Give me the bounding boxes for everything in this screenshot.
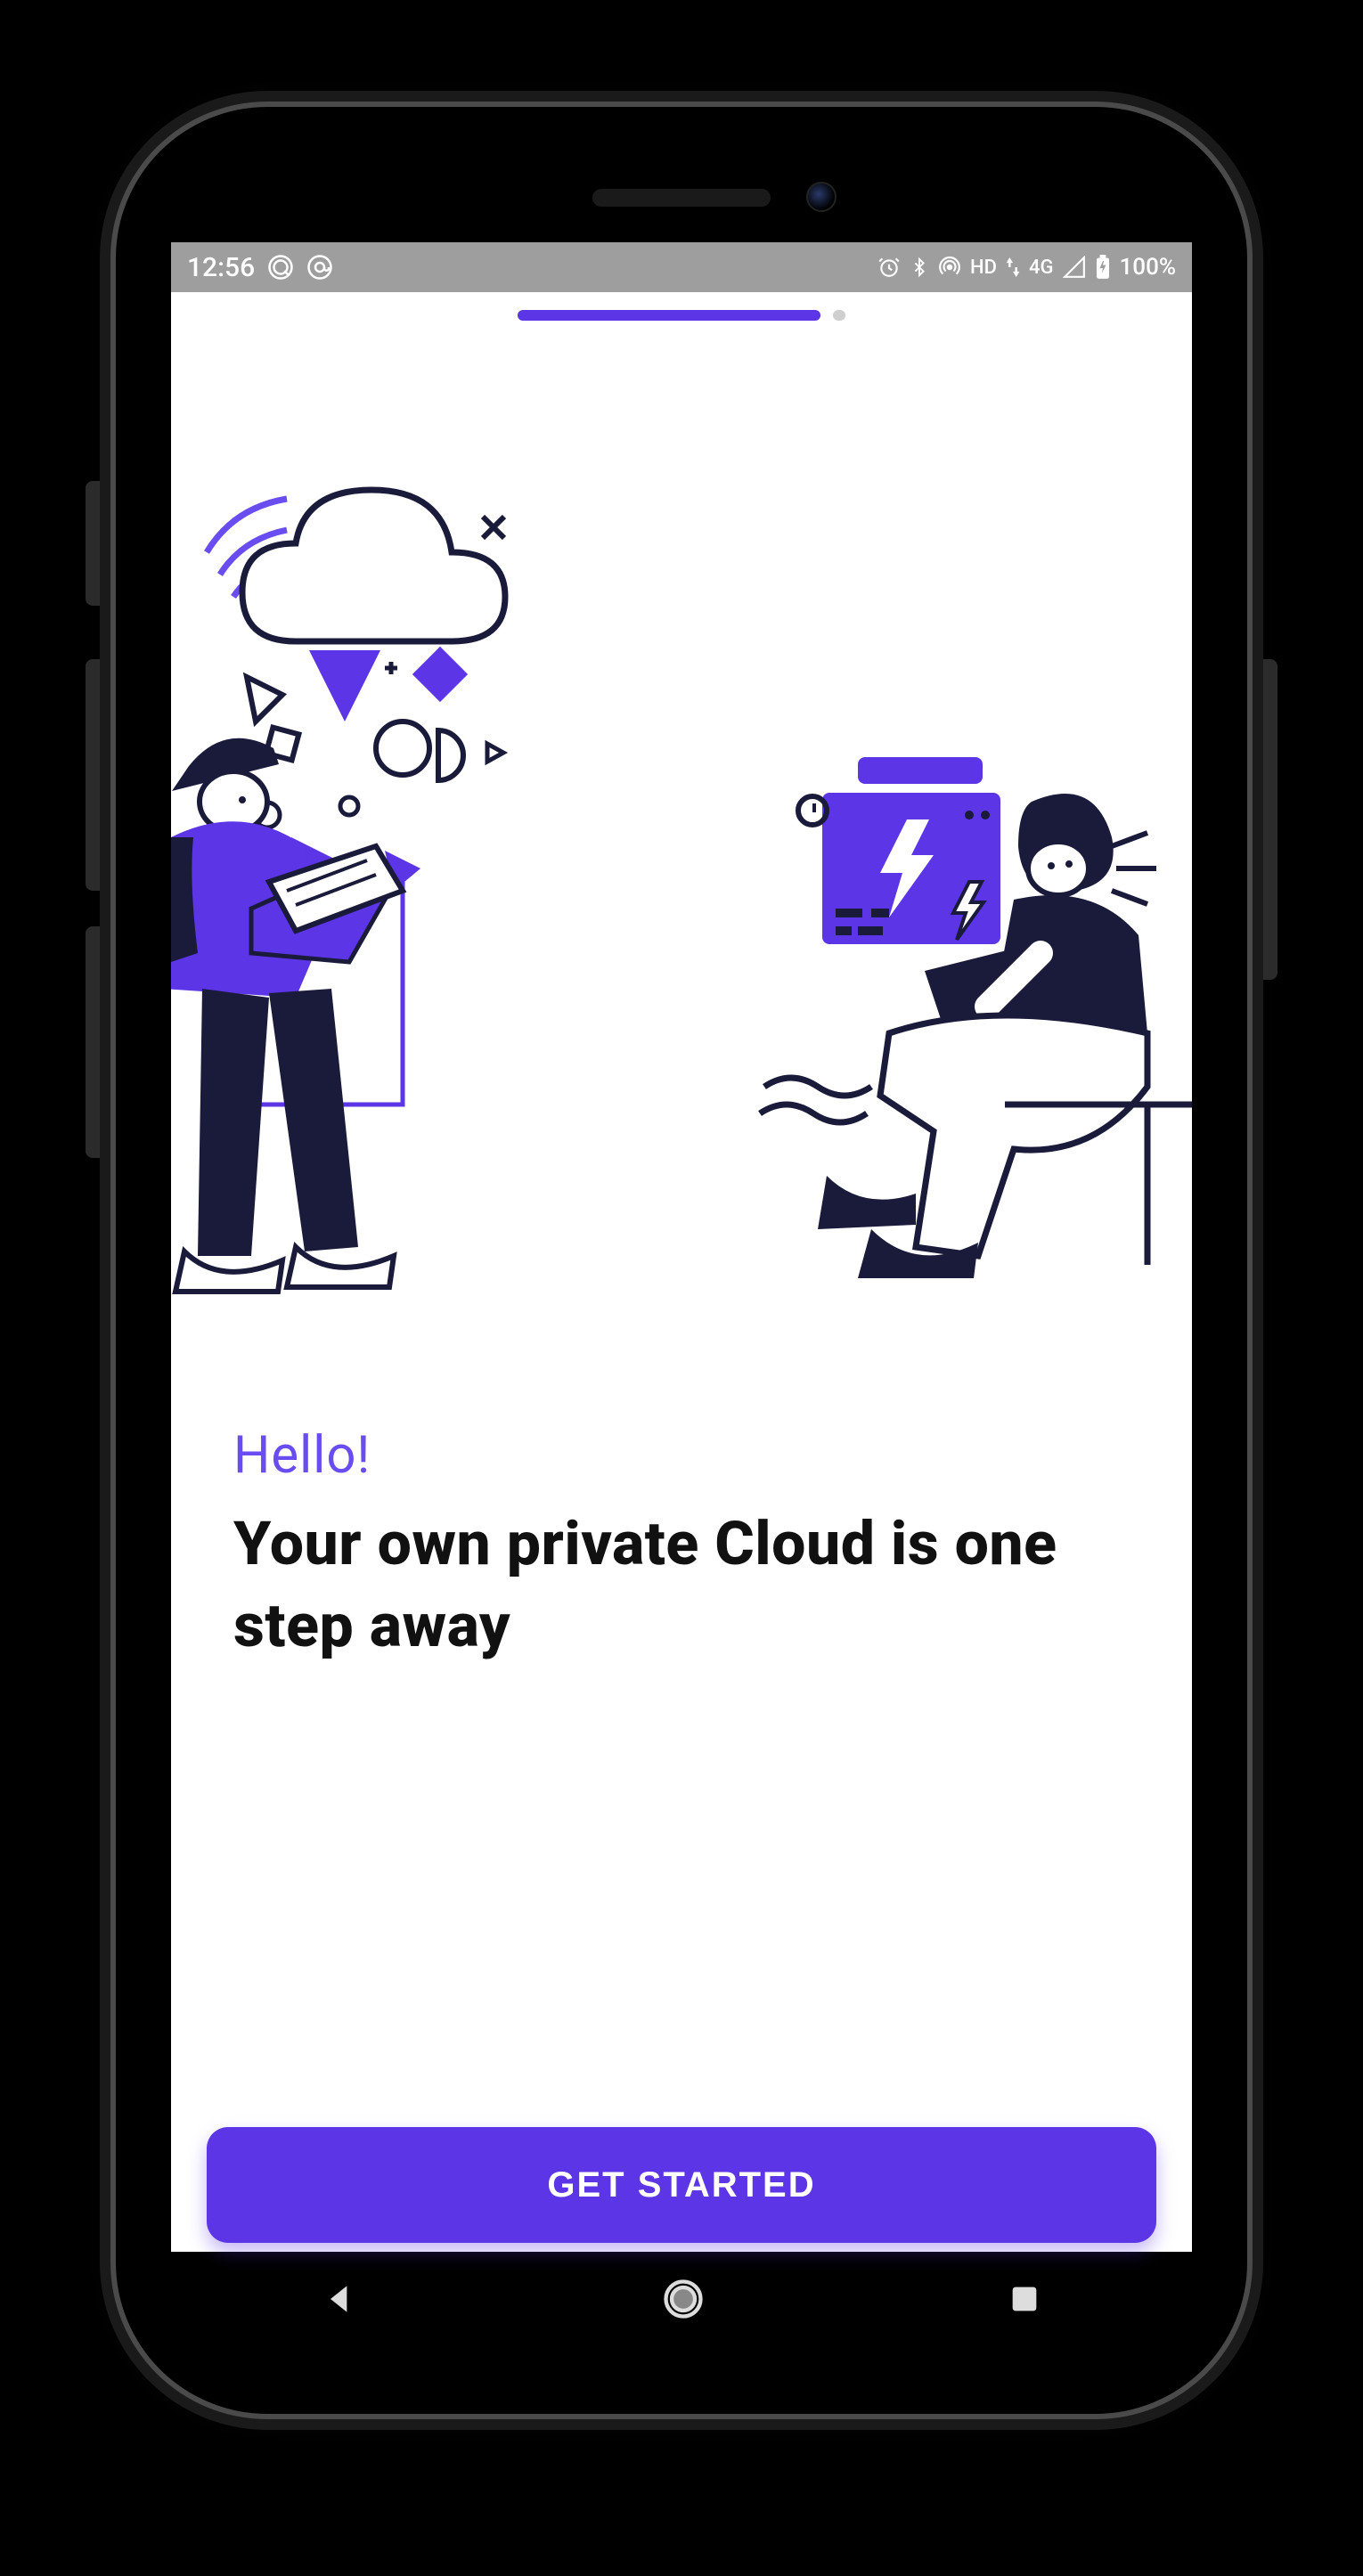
phone-front-camera bbox=[806, 182, 837, 212]
nav-recent-icon[interactable] bbox=[1007, 2281, 1042, 2320]
phone-volume-up bbox=[86, 659, 116, 891]
page-indicator bbox=[171, 310, 1192, 321]
data-arrows-icon bbox=[1006, 257, 1020, 277]
nav-back-icon[interactable] bbox=[321, 2279, 360, 2322]
phone-screen: 12:56 bbox=[171, 242, 1192, 2350]
onboarding-greeting: Hello! bbox=[233, 1425, 1130, 1486]
status-time: 12:56 bbox=[187, 252, 255, 283]
phone-frame: 12:56 bbox=[116, 107, 1247, 2414]
phone-speaker bbox=[592, 189, 771, 207]
status-bar: 12:56 bbox=[171, 242, 1192, 292]
at-circle-icon bbox=[306, 254, 333, 281]
onboarding-headline: Your own private Cloud is one step away bbox=[233, 1504, 1130, 1667]
nav-home-icon[interactable] bbox=[660, 2276, 706, 2326]
status-hd-label: HD bbox=[970, 257, 997, 279]
phone-volume-down bbox=[86, 926, 116, 1158]
alarm-icon bbox=[877, 256, 901, 279]
page-dot-1[interactable] bbox=[518, 310, 820, 321]
status-4g-label: 4G bbox=[1029, 257, 1054, 279]
q-circle-icon bbox=[267, 254, 294, 281]
page-dot-2[interactable] bbox=[833, 310, 845, 321]
hotspot-icon bbox=[938, 256, 961, 279]
onboarding-illustration bbox=[171, 321, 1192, 1390]
bluetooth-icon bbox=[910, 256, 929, 279]
get-started-button[interactable]: GET STARTED bbox=[207, 2127, 1156, 2243]
onboarding-page: Hello! Your own private Cloud is one ste… bbox=[171, 292, 1192, 2252]
status-battery-text: 100% bbox=[1120, 254, 1176, 281]
battery-icon bbox=[1095, 255, 1111, 280]
signal-icon bbox=[1063, 256, 1086, 279]
phone-power-button bbox=[1247, 659, 1277, 980]
phone-side-button bbox=[86, 481, 116, 606]
android-nav-bar bbox=[171, 2252, 1192, 2350]
